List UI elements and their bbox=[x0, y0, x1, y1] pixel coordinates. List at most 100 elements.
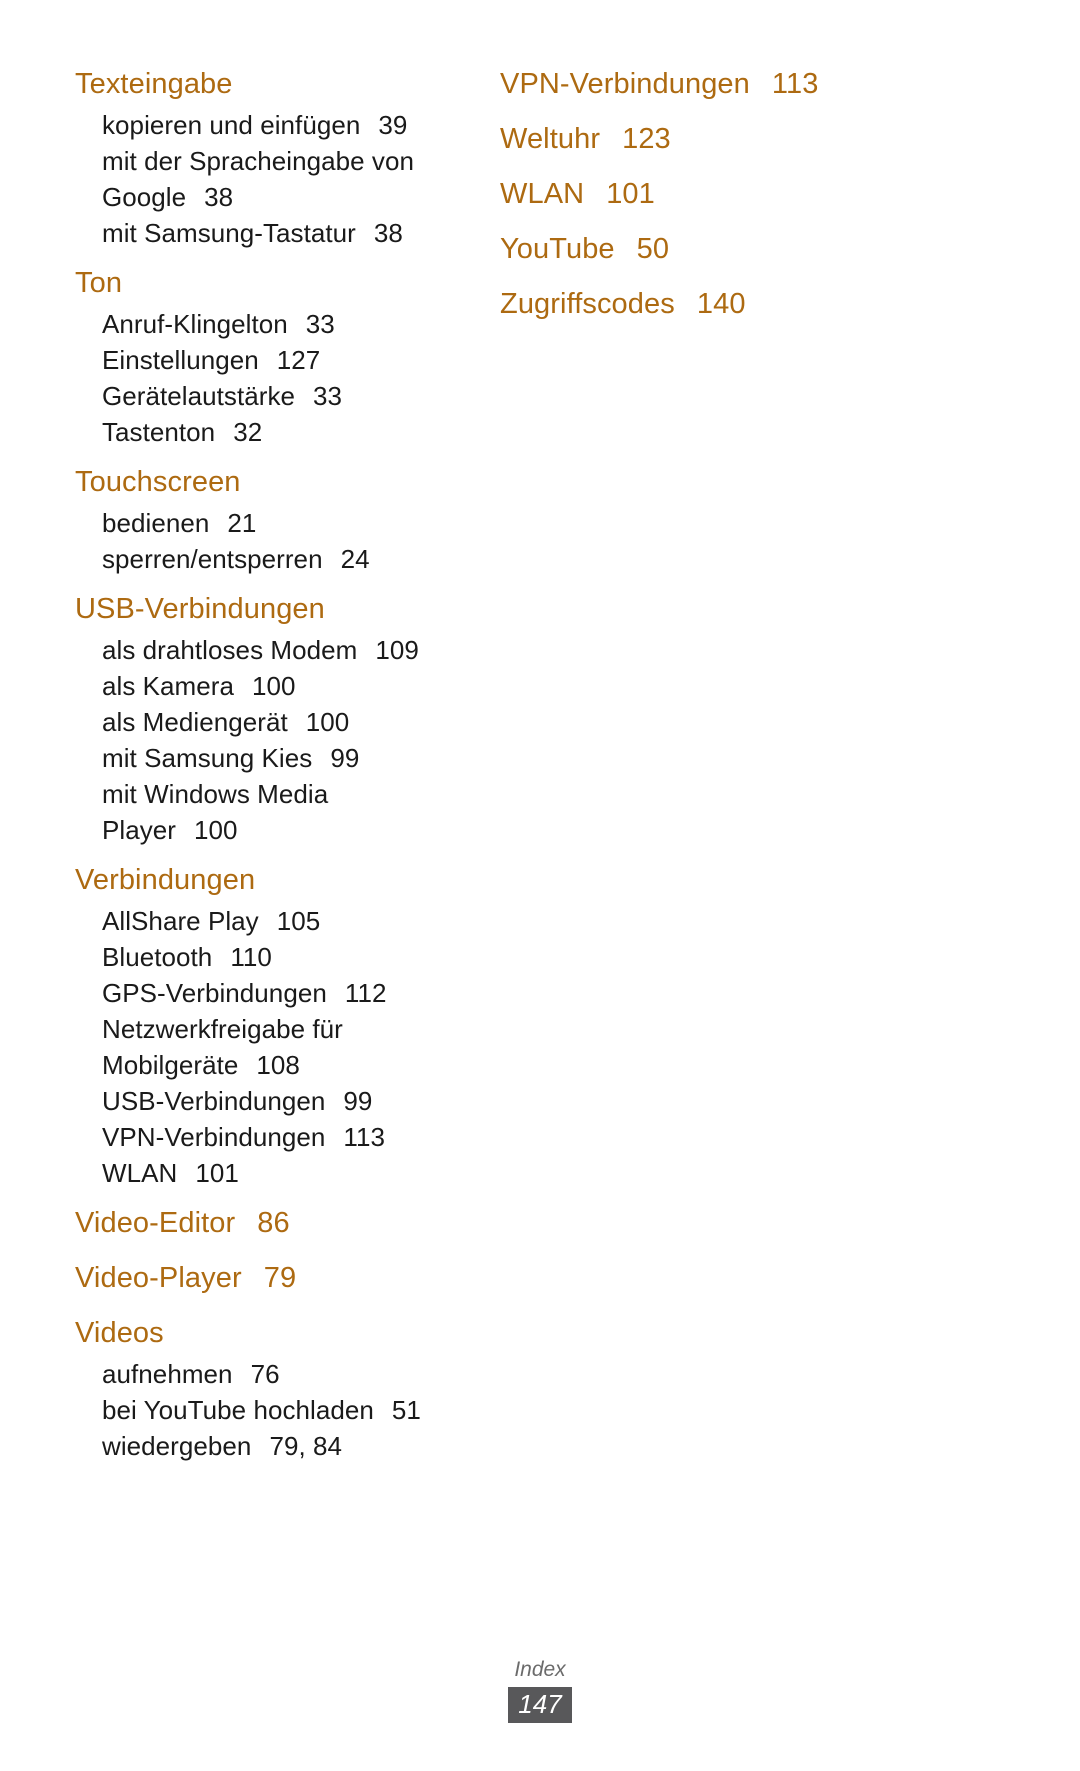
index-group: Ton Anruf-Klingelton 33 Einstellungen 127 … bbox=[75, 261, 500, 450]
index-group: WLAN 101 bbox=[500, 172, 925, 217]
index-heading: VPN-Verbindungen 113 bbox=[500, 62, 925, 107]
index-entry-label: Player bbox=[102, 815, 176, 845]
index-heading: Touchscreen bbox=[75, 460, 500, 505]
index-entry: Mobilgeräte 108 bbox=[75, 1047, 500, 1083]
index-group: Verbindungen AllShare Play 105 Bluetooth 1… bbox=[75, 858, 500, 1191]
index-entry: AllShare Play 105 bbox=[75, 903, 500, 939]
index-entry-label: Gerätelautstärke bbox=[102, 381, 296, 411]
index-entry: bedienen 21 bbox=[75, 505, 500, 541]
index-entry-page: 24 bbox=[340, 544, 370, 574]
index-heading: Weltuhr 123 bbox=[500, 117, 925, 162]
index-entry: mit Windows Media bbox=[75, 776, 500, 812]
index-heading: Zugriffscodes 140 bbox=[500, 282, 925, 327]
index-entry-label: mit Samsung Kies bbox=[102, 743, 313, 773]
index-entry: mit der Spracheingabe von bbox=[75, 143, 500, 179]
index-entry-page: 99 bbox=[330, 743, 360, 773]
index-heading: Video-Player 79 bbox=[75, 1256, 500, 1301]
index-heading-label: WLAN bbox=[500, 178, 585, 210]
index-heading-page: 50 bbox=[636, 233, 670, 265]
index-entry-label: GPS-Verbindungen bbox=[102, 978, 327, 1008]
index-entry: als Kamera 100 bbox=[75, 668, 500, 704]
index-entry-page: 99 bbox=[343, 1086, 373, 1116]
index-columns: Texteingabe kopieren und einfügen 39 mit … bbox=[75, 62, 1005, 1474]
index-entry: Player 100 bbox=[75, 812, 500, 848]
index-heading-label: Videos bbox=[75, 1317, 164, 1349]
index-entry: Google 38 bbox=[75, 179, 500, 215]
index-entry: GPS-Verbindungen 112 bbox=[75, 975, 500, 1011]
index-entry: aufnehmen 76 bbox=[75, 1356, 500, 1392]
index-entry-page: 109 bbox=[375, 635, 419, 665]
index-heading-label: YouTube bbox=[500, 233, 615, 265]
index-entry: Netzwerkfreigabe für bbox=[75, 1011, 500, 1047]
index-entry-label: wiedergeben bbox=[102, 1431, 252, 1461]
index-entry-label: Einstellungen bbox=[102, 345, 259, 375]
index-entry-label: Netzwerkfreigabe für bbox=[102, 1014, 343, 1044]
index-entry-page: 112 bbox=[344, 978, 387, 1008]
index-entry-label: Mobilgeräte bbox=[102, 1050, 239, 1080]
index-heading: Videos bbox=[75, 1311, 500, 1356]
index-entry-page: 33 bbox=[305, 309, 335, 339]
index-entry: sperren/entsperren 24 bbox=[75, 541, 500, 577]
index-heading-page: 86 bbox=[257, 1207, 290, 1239]
index-entry-label: AllShare Play bbox=[102, 906, 259, 936]
index-entry-label: bedienen bbox=[102, 508, 210, 538]
index-entry-page: 79, 84 bbox=[269, 1431, 343, 1461]
index-entry-label: VPN-Verbindungen bbox=[102, 1122, 326, 1152]
index-entry-label: mit Samsung-Tastatur bbox=[102, 218, 356, 248]
index-entry-page: 108 bbox=[256, 1050, 300, 1080]
index-column-right: VPN-Verbindungen 113 Weltuhr 123 WLAN 101 Y… bbox=[500, 62, 925, 337]
index-entry-label: Tastenton bbox=[102, 417, 216, 447]
index-entry-page: 110 bbox=[230, 942, 272, 972]
index-entry: Einstellungen 127 bbox=[75, 342, 500, 378]
index-group: Video-Player 79 bbox=[75, 1256, 500, 1301]
index-entry: Bluetooth 110 bbox=[75, 939, 500, 975]
footer-section-label: Index bbox=[514, 1658, 566, 1681]
index-heading-label: Zugriffscodes bbox=[500, 288, 675, 320]
index-heading-page: 140 bbox=[696, 288, 746, 320]
index-group: Weltuhr 123 bbox=[500, 117, 925, 162]
index-entry-label: mit Windows Media bbox=[102, 779, 329, 809]
index-heading-page: 101 bbox=[606, 178, 655, 210]
index-entry: wiedergeben 79, 84 bbox=[75, 1428, 500, 1464]
index-entry-page: 101 bbox=[195, 1158, 239, 1188]
index-entry: mit Samsung-Tastatur 38 bbox=[75, 215, 500, 251]
index-entry-page: 39 bbox=[378, 110, 408, 140]
index-entry-page: 100 bbox=[194, 815, 238, 845]
index-heading-label: Touchscreen bbox=[75, 466, 241, 498]
index-entry: VPN-Verbindungen 113 bbox=[75, 1119, 500, 1155]
index-entry: Anruf-Klingelton 33 bbox=[75, 306, 500, 342]
index-heading: Ton bbox=[75, 261, 500, 306]
index-group: Zugriffscodes 140 bbox=[500, 282, 925, 327]
index-entry-page: 76 bbox=[250, 1359, 280, 1389]
index-column-left: Texteingabe kopieren und einfügen 39 mit … bbox=[75, 62, 500, 1474]
index-heading: Video-Editor 86 bbox=[75, 1201, 500, 1246]
index-heading: YouTube 50 bbox=[500, 227, 925, 272]
index-group: Touchscreen bedienen 21 sperren/entsperre… bbox=[75, 460, 500, 577]
index-entry: als drahtloses Modem 109 bbox=[75, 632, 500, 668]
index-entry-label: sperren/entsperren bbox=[102, 544, 323, 574]
index-entry-label: Anruf-Klingelton bbox=[102, 309, 288, 339]
index-heading-label: Verbindungen bbox=[75, 864, 256, 896]
index-heading-label: VPN-Verbindungen bbox=[500, 68, 750, 100]
index-heading-label: Video-Editor bbox=[75, 1207, 236, 1239]
index-entry-page: 38 bbox=[204, 182, 234, 212]
index-entry-page: 51 bbox=[391, 1395, 421, 1425]
index-entry-page: 21 bbox=[227, 508, 257, 538]
index-entry: Gerätelautstärke 33 bbox=[75, 378, 500, 414]
index-entry: mit Samsung Kies 99 bbox=[75, 740, 500, 776]
index-heading-label: Ton bbox=[75, 267, 123, 299]
index-entry: bei YouTube hochladen 51 bbox=[75, 1392, 500, 1428]
index-entry-label: Bluetooth bbox=[102, 942, 213, 972]
page-footer: Index 147 bbox=[0, 1657, 1080, 1723]
index-entry-label: bei YouTube hochladen bbox=[102, 1395, 374, 1425]
index-group: Videos aufnehmen 76 bei YouTube hochladen… bbox=[75, 1311, 500, 1464]
index-entry-label: mit der Spracheingabe von bbox=[102, 146, 414, 176]
index-heading-label: USB-Verbindungen bbox=[75, 593, 325, 625]
index-entry-label: Google bbox=[102, 182, 187, 212]
index-heading-page: 113 bbox=[771, 68, 819, 100]
index-heading-page: 79 bbox=[263, 1262, 297, 1294]
index-entry-label: WLAN bbox=[102, 1158, 178, 1188]
index-entry-label: USB-Verbindungen bbox=[102, 1086, 326, 1116]
index-heading: Texteingabe bbox=[75, 62, 500, 107]
index-heading: Verbindungen bbox=[75, 858, 500, 903]
